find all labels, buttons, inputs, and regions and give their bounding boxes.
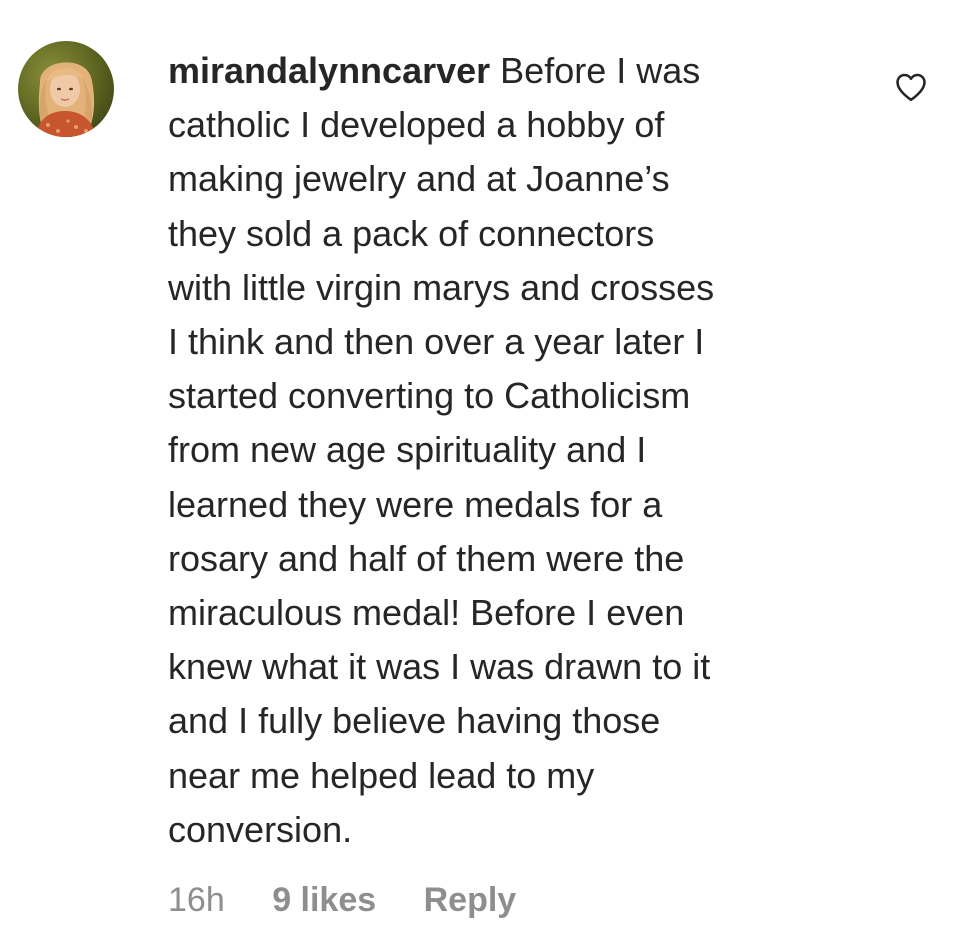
heart-outline-icon (896, 73, 926, 102)
comment-line-1: mirandalynncarver Before I was (168, 44, 848, 98)
comment-line-11: miraculous medal! Before I even (168, 592, 685, 634)
comment-line-2: catholic I developed a hobby of (168, 104, 665, 146)
comment-text-segment: Before I was (490, 50, 701, 91)
comment-line-15: conversion. (168, 808, 353, 850)
reply-button[interactable]: Reply (424, 878, 517, 922)
avatar[interactable] (18, 41, 114, 137)
comment-meta: 16h 9 likes Reply (168, 878, 516, 922)
comment-line-4: they sold a pack of connectors (168, 212, 655, 254)
comment: mirandalynncarver Before I was catholic … (0, 0, 964, 936)
timestamp: 16h (168, 881, 225, 919)
username-link[interactable]: mirandalynncarver (168, 50, 490, 91)
comment-text: mirandalynncarver Before I was catholic … (168, 44, 848, 857)
like-button[interactable] (893, 69, 929, 105)
comment-line-12: knew what it was I was drawn to it (168, 646, 711, 688)
comment-line-6: I think and then over a year later I (168, 321, 705, 363)
comment-line-9: learned they were medals for a (168, 483, 663, 525)
comment-line-5: with little virgin marys and crosses (168, 266, 715, 308)
likes-count-link[interactable]: 9 likes (272, 878, 376, 922)
comment-line-10: rosary and half of them were the (168, 537, 685, 579)
comment-line-8: from new age spirituality and I (168, 429, 647, 471)
profile-photo-icon (18, 41, 114, 137)
comment-line-14: near me helped lead to my (168, 754, 595, 796)
comment-line-13: and I fully believe having those (168, 700, 661, 742)
comment-line-3: making jewelry and at Joanne’s (168, 158, 670, 200)
comment-line-7: started converting to Catholicism (168, 375, 691, 417)
